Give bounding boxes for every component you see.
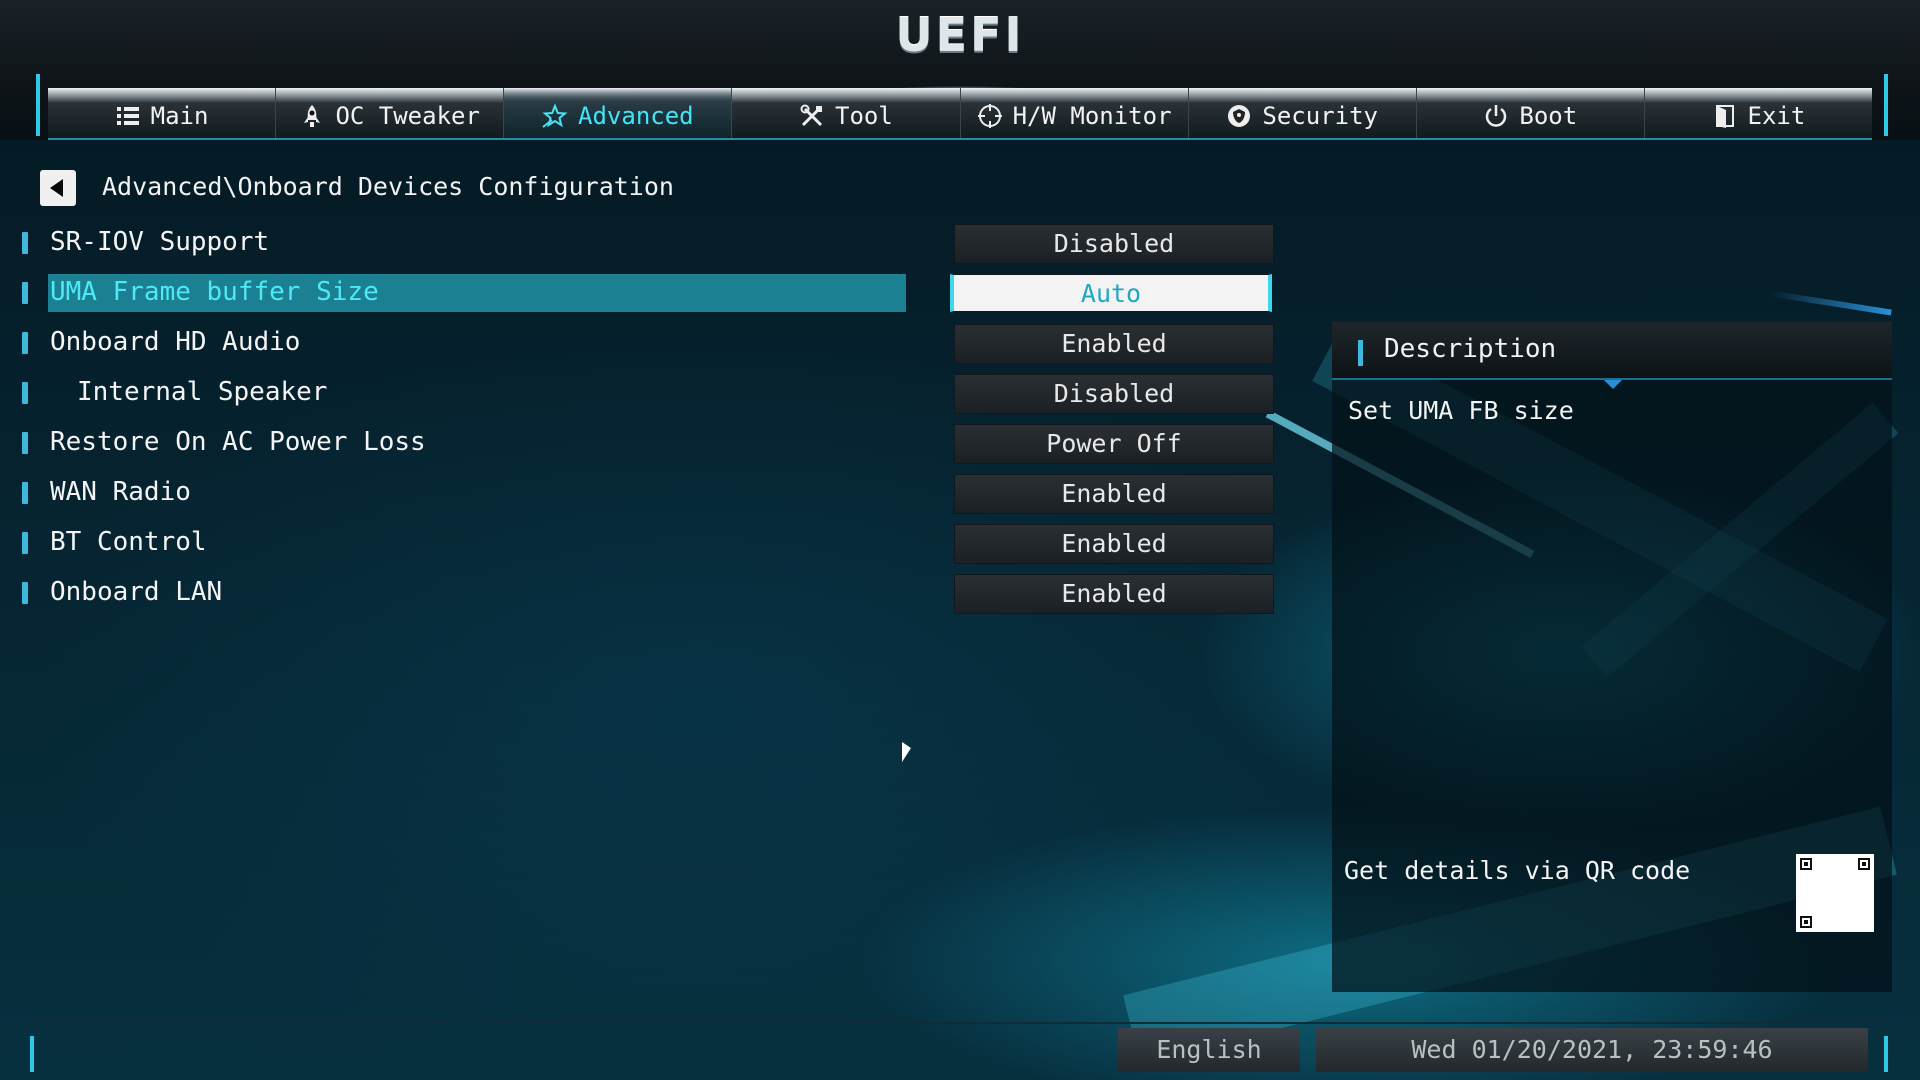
tab-label: Advanced (578, 102, 694, 130)
setting-label: Internal Speaker (77, 377, 328, 407)
tab-hw-monitor[interactable]: H/W Monitor (961, 88, 1189, 138)
uefi-logo: UEFI (895, 8, 1025, 62)
setting-wan-radio[interactable]: WAN Radio Enabled (0, 474, 1300, 514)
qr-code[interactable] (1796, 854, 1874, 932)
exit-door-icon (1715, 105, 1734, 128)
setting-label: BT Control (50, 527, 207, 557)
setting-label: Restore On AC Power Loss (50, 427, 426, 457)
setting-onboard-lan[interactable]: Onboard LAN Enabled (0, 574, 1300, 614)
shield-icon (1228, 105, 1251, 127)
tab-label: Tool (835, 102, 893, 130)
footer-edge-left (30, 1036, 34, 1072)
row-marker (22, 232, 28, 254)
header-edge-right (1884, 74, 1888, 136)
setting-label: Onboard HD Audio (50, 327, 301, 357)
mouse-cursor-icon (902, 742, 911, 762)
row-marker (22, 582, 28, 604)
tab-oc-tweaker[interactable]: OC Tweaker (276, 88, 505, 138)
setting-restore-on-ac-power-loss[interactable]: Restore On AC Power Loss Power Off (0, 424, 1300, 464)
qr-finder (1800, 916, 1812, 928)
tools-icon (800, 104, 823, 127)
qr-caption: Get details via QR code (1344, 856, 1691, 885)
tab-security[interactable]: Security (1189, 88, 1417, 138)
setting-label: WAN Radio (50, 477, 191, 507)
setting-value-dropdown[interactable]: Enabled (954, 574, 1274, 614)
setting-label: UMA Frame buffer Size (50, 277, 379, 307)
star-icon (542, 103, 568, 128)
breadcrumb: Advanced\Onboard Devices Configuration (102, 172, 674, 201)
power-icon (1486, 105, 1507, 127)
row-marker (22, 432, 28, 454)
setting-value-dropdown[interactable]: Power Off (954, 424, 1274, 464)
tab-label: H/W Monitor (1012, 102, 1172, 130)
pointer-triangle-icon (1604, 380, 1622, 389)
description-title: Description (1384, 334, 1557, 364)
tab-boot[interactable]: Boot (1417, 88, 1645, 138)
row-marker (22, 332, 28, 354)
setting-value-dropdown[interactable]: Auto (950, 274, 1272, 312)
language-button[interactable]: English (1118, 1028, 1300, 1072)
tab-label: Exit (1747, 102, 1806, 130)
tab-label: Main (150, 102, 209, 130)
row-marker (22, 382, 28, 404)
tab-label: OC Tweaker (335, 102, 480, 130)
tab-main[interactable]: Main (48, 88, 277, 138)
description-header: Description (1332, 322, 1892, 380)
tab-label: Security (1262, 102, 1378, 130)
setting-onboard-hd-audio[interactable]: Onboard HD Audio Enabled (0, 324, 1300, 364)
row-marker (22, 282, 28, 304)
tab-label: Boot (1519, 102, 1578, 130)
rocket-icon (304, 105, 321, 127)
tab-exit[interactable]: Exit (1645, 88, 1872, 138)
main-tab-bar: Main OC Tweaker Advanced Tool H/W Monito… (48, 88, 1872, 140)
setting-label: SR-IOV Support (50, 227, 270, 257)
setting-value-dropdown[interactable]: Enabled (954, 524, 1274, 564)
footer-divider (30, 1022, 1892, 1024)
setting-uma-frame-buffer-size[interactable]: UMA Frame buffer Size Auto (0, 274, 1300, 312)
setting-sr-iov-support[interactable]: SR-IOV Support Disabled (0, 224, 1300, 264)
header-edge-left (36, 74, 40, 136)
footer-edge-right (1884, 1036, 1888, 1072)
setting-internal-speaker[interactable]: Internal Speaker Disabled (0, 374, 1300, 414)
setting-value-dropdown[interactable]: Disabled (954, 224, 1274, 264)
tab-tool[interactable]: Tool (732, 88, 961, 138)
back-button[interactable] (40, 170, 76, 206)
row-marker (22, 532, 28, 554)
setting-value-dropdown[interactable]: Enabled (954, 474, 1274, 514)
setting-value-dropdown[interactable]: Disabled (954, 374, 1274, 414)
setting-bt-control[interactable]: BT Control Enabled (0, 524, 1300, 564)
qr-finder (1858, 858, 1870, 870)
setting-value-dropdown[interactable]: Enabled (954, 324, 1274, 364)
qr-finder (1800, 858, 1812, 870)
tab-advanced[interactable]: Advanced (504, 88, 733, 138)
list-icon (116, 107, 139, 125)
header-marker (1358, 340, 1363, 366)
setting-label: Onboard LAN (50, 577, 223, 607)
crosshair-icon (977, 104, 1002, 128)
date-time-display: Wed 01/20/2021, 23:59:46 (1316, 1028, 1868, 1072)
description-text: Set UMA FB size (1348, 396, 1574, 425)
row-marker (22, 482, 28, 504)
